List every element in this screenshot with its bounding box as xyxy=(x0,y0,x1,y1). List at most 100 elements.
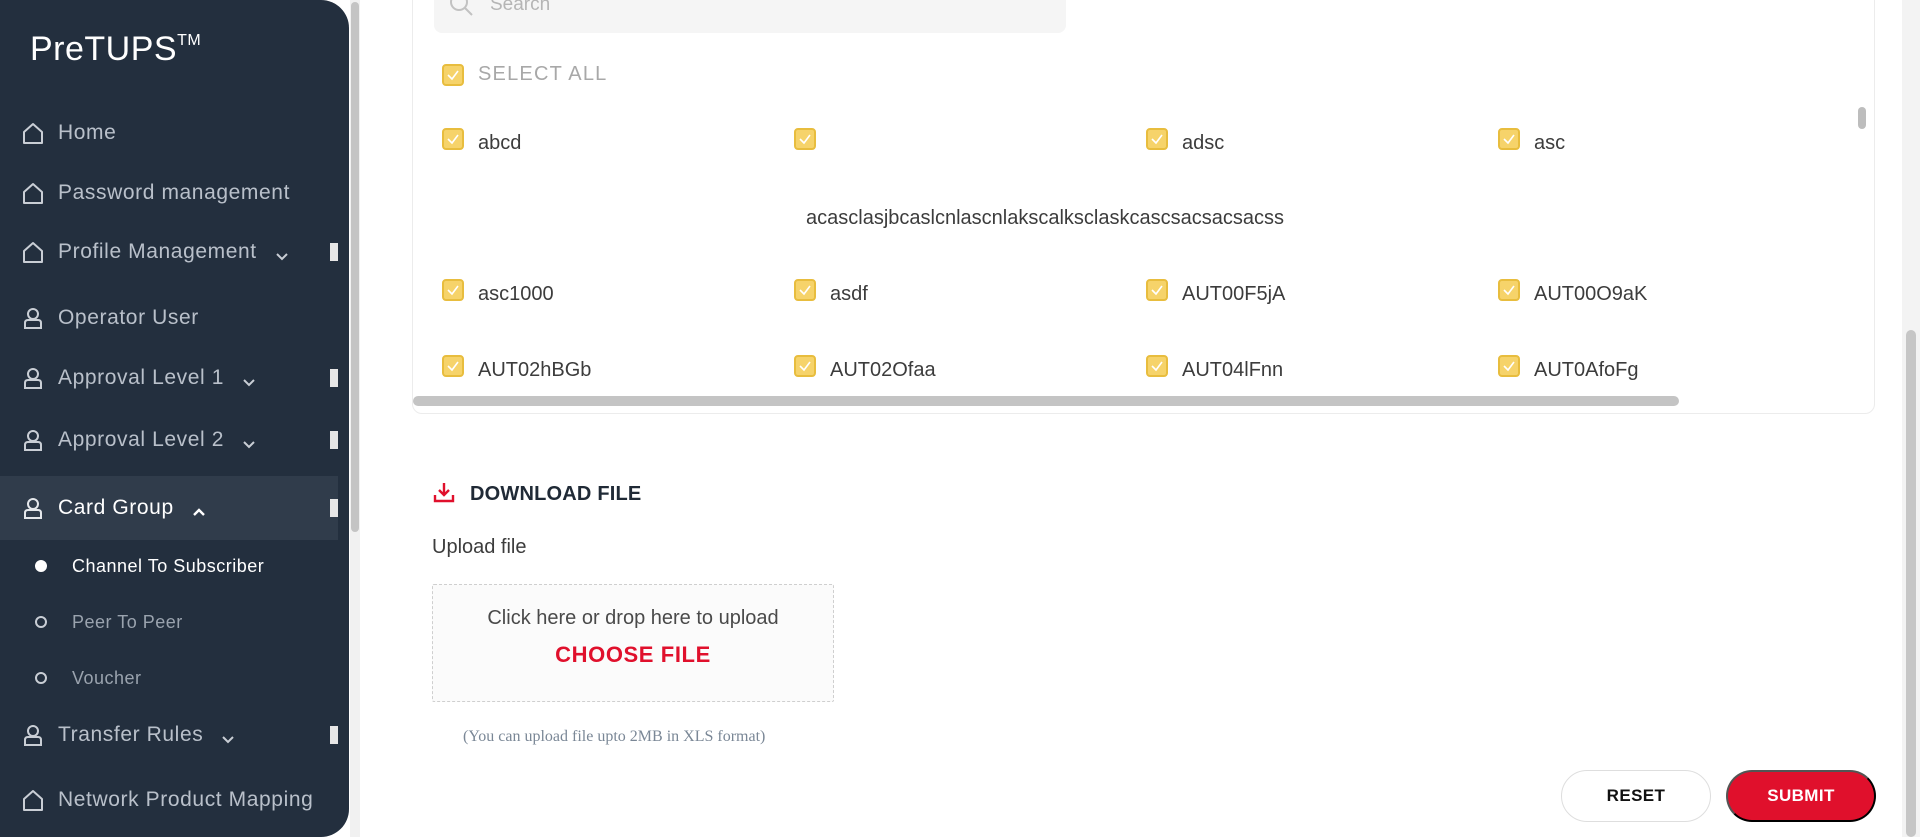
option-checkbox[interactable]: AUT00O9aK xyxy=(1498,279,1647,306)
sidebar-item-label: Approval Level 1 xyxy=(58,366,225,389)
sidebar-subitem-peer-to-peer[interactable]: Peer To Peer xyxy=(0,600,338,644)
option-checkbox[interactable]: asdf xyxy=(794,279,868,306)
option-label: asdf xyxy=(830,283,868,305)
sidebar-item-network-product-mapping[interactable]: Network Product Mapping xyxy=(0,770,338,830)
sidebar-item-approval-level-1[interactable]: Approval Level 1 xyxy=(0,348,338,408)
sidebar-item-approval-level-2[interactable]: Approval Level 2 xyxy=(0,410,338,470)
sidebar-item-home[interactable]: Home xyxy=(0,103,338,163)
option-label: asc xyxy=(1534,132,1566,154)
option-checkbox[interactable]: AUT00F5jA xyxy=(1146,279,1285,306)
home-icon xyxy=(20,180,46,206)
option-checkbox[interactable]: asc1000 xyxy=(442,279,554,306)
sidebar-subitem-channel-to-subscriber[interactable]: Channel To Subscriber xyxy=(0,544,338,588)
sidebar-item-password-management[interactable]: Password management xyxy=(0,163,338,223)
option-checkbox[interactable]: abcd xyxy=(442,128,521,155)
scroll-marker xyxy=(330,369,338,387)
options-vertical-scrollbar-thumb[interactable] xyxy=(1858,107,1866,129)
bullet-filled-icon xyxy=(35,560,47,572)
sidebar-item-label: Card Group xyxy=(58,496,174,519)
checkbox-checked-icon[interactable] xyxy=(794,128,816,150)
sidebar-item-operator-user[interactable]: Operator User xyxy=(0,288,338,348)
sidebar-scrollbar[interactable] xyxy=(350,0,360,837)
sidebar: PreTUPSTM Home Password management Profi… xyxy=(0,0,349,837)
brand-name: PreTUPS xyxy=(30,30,178,68)
chevron-up-icon xyxy=(192,501,206,516)
option-checkbox[interactable]: AUT0AfoFg xyxy=(1498,355,1638,382)
sidebar-item-profile-management[interactable]: Profile Management xyxy=(0,222,338,282)
file-dropzone[interactable]: Click here or drop here to upload CHOOSE… xyxy=(432,584,834,702)
checkbox-checked-icon[interactable] xyxy=(794,279,816,301)
search-input[interactable]: Search xyxy=(434,0,1066,33)
sidebar-item-label: Network Product Mapping xyxy=(58,788,314,811)
home-icon xyxy=(20,120,46,146)
sidebar-subitem-label: Voucher xyxy=(72,667,142,688)
user-icon xyxy=(20,365,46,391)
sidebar-subitem-label: Peer To Peer xyxy=(72,611,183,632)
selection-card: Search SELECT ALL abcd adsc asc acasclas… xyxy=(412,0,1875,414)
chevron-down-icon xyxy=(242,371,256,387)
chevron-down-icon xyxy=(242,433,256,449)
home-icon xyxy=(20,239,46,265)
sidebar-item-card-group[interactable]: Card Group xyxy=(0,476,338,540)
scroll-marker xyxy=(330,499,338,517)
option-label: AUT00O9aK xyxy=(1534,283,1648,305)
select-all-label: SELECT ALL xyxy=(478,63,608,85)
sidebar-item-transfer-rules[interactable]: Transfer Rules xyxy=(0,705,338,765)
sidebar-item-label: Password management xyxy=(58,181,291,204)
option-label: AUT04lFnn xyxy=(1182,359,1284,381)
main-content: Search SELECT ALL abcd adsc asc acasclas… xyxy=(388,0,1888,837)
checkbox-checked-icon[interactable] xyxy=(1146,279,1168,301)
dropzone-hint: Click here or drop here to upload xyxy=(487,607,779,629)
checkbox-checked-icon[interactable] xyxy=(794,355,816,377)
checkbox-checked-icon[interactable] xyxy=(1498,128,1520,150)
sidebar-subitem-voucher[interactable]: Voucher xyxy=(0,656,338,700)
option-checkbox[interactable]: asc xyxy=(1498,128,1565,155)
option-label: AUT02hBGb xyxy=(478,359,592,381)
option-checkbox[interactable]: AUT02hBGb xyxy=(442,355,591,382)
option-checkbox[interactable]: AUT02Ofaa xyxy=(794,355,936,382)
option-label: AUT02Ofaa xyxy=(830,359,936,381)
reset-button[interactable]: RESET xyxy=(1561,770,1711,822)
sidebar-scrollbar-thumb[interactable] xyxy=(351,2,359,532)
submit-button[interactable]: SUBMIT xyxy=(1726,770,1876,822)
user-icon xyxy=(20,495,46,521)
scroll-marker xyxy=(330,431,338,449)
brand-logo: PreTUPSTM xyxy=(30,30,201,69)
option-label: asc1000 xyxy=(478,283,554,305)
option-label: AUT00F5jA xyxy=(1182,283,1286,305)
sidebar-subitem-label: Channel To Subscriber xyxy=(72,555,265,576)
download-file-link[interactable]: DOWNLOAD FILE xyxy=(432,480,641,509)
download-file-label: DOWNLOAD FILE xyxy=(470,483,642,505)
checkbox-checked-icon[interactable] xyxy=(442,355,464,377)
user-icon xyxy=(20,427,46,453)
sidebar-item-label: Profile Management xyxy=(58,240,257,263)
home-icon xyxy=(20,787,46,813)
option-checkbox[interactable]: AUT04lFnn xyxy=(1146,355,1283,382)
search-icon xyxy=(448,0,476,19)
option-checkbox[interactable]: adsc xyxy=(1146,128,1224,155)
option-checkbox[interactable] xyxy=(794,128,830,150)
checkbox-checked-icon[interactable] xyxy=(1498,355,1520,377)
checkbox-checked-icon[interactable] xyxy=(442,279,464,301)
checkbox-checked-icon[interactable] xyxy=(1146,128,1168,150)
search-placeholder: Search xyxy=(490,0,551,15)
user-icon xyxy=(20,722,46,748)
app-root: PreTUPSTM Home Password management Profi… xyxy=(0,0,1920,837)
option-long-label: acasclasjbcaslcnlascnlakscalksclaskcascs… xyxy=(806,207,1284,229)
page-scrollbar-thumb[interactable] xyxy=(1906,330,1916,837)
sidebar-item-label: Operator User xyxy=(58,306,199,329)
brand-trademark: TM xyxy=(177,32,202,49)
select-all-checkbox[interactable]: SELECT ALL xyxy=(442,63,607,86)
checkbox-checked-icon[interactable] xyxy=(442,128,464,150)
sidebar-item-label: Approval Level 2 xyxy=(58,428,225,451)
options-horizontal-scrollbar-thumb[interactable] xyxy=(413,396,1679,406)
download-icon xyxy=(432,480,456,509)
checkbox-checked-icon[interactable] xyxy=(1498,279,1520,301)
choose-file-button[interactable]: CHOOSE FILE xyxy=(433,642,833,668)
checkbox-checked-icon[interactable] xyxy=(442,63,464,86)
chevron-down-icon xyxy=(275,245,289,261)
page-scrollbar[interactable] xyxy=(1902,0,1920,837)
scroll-marker xyxy=(330,243,338,261)
checkbox-checked-icon[interactable] xyxy=(1146,355,1168,377)
sidebar-item-label: Home xyxy=(58,121,117,144)
